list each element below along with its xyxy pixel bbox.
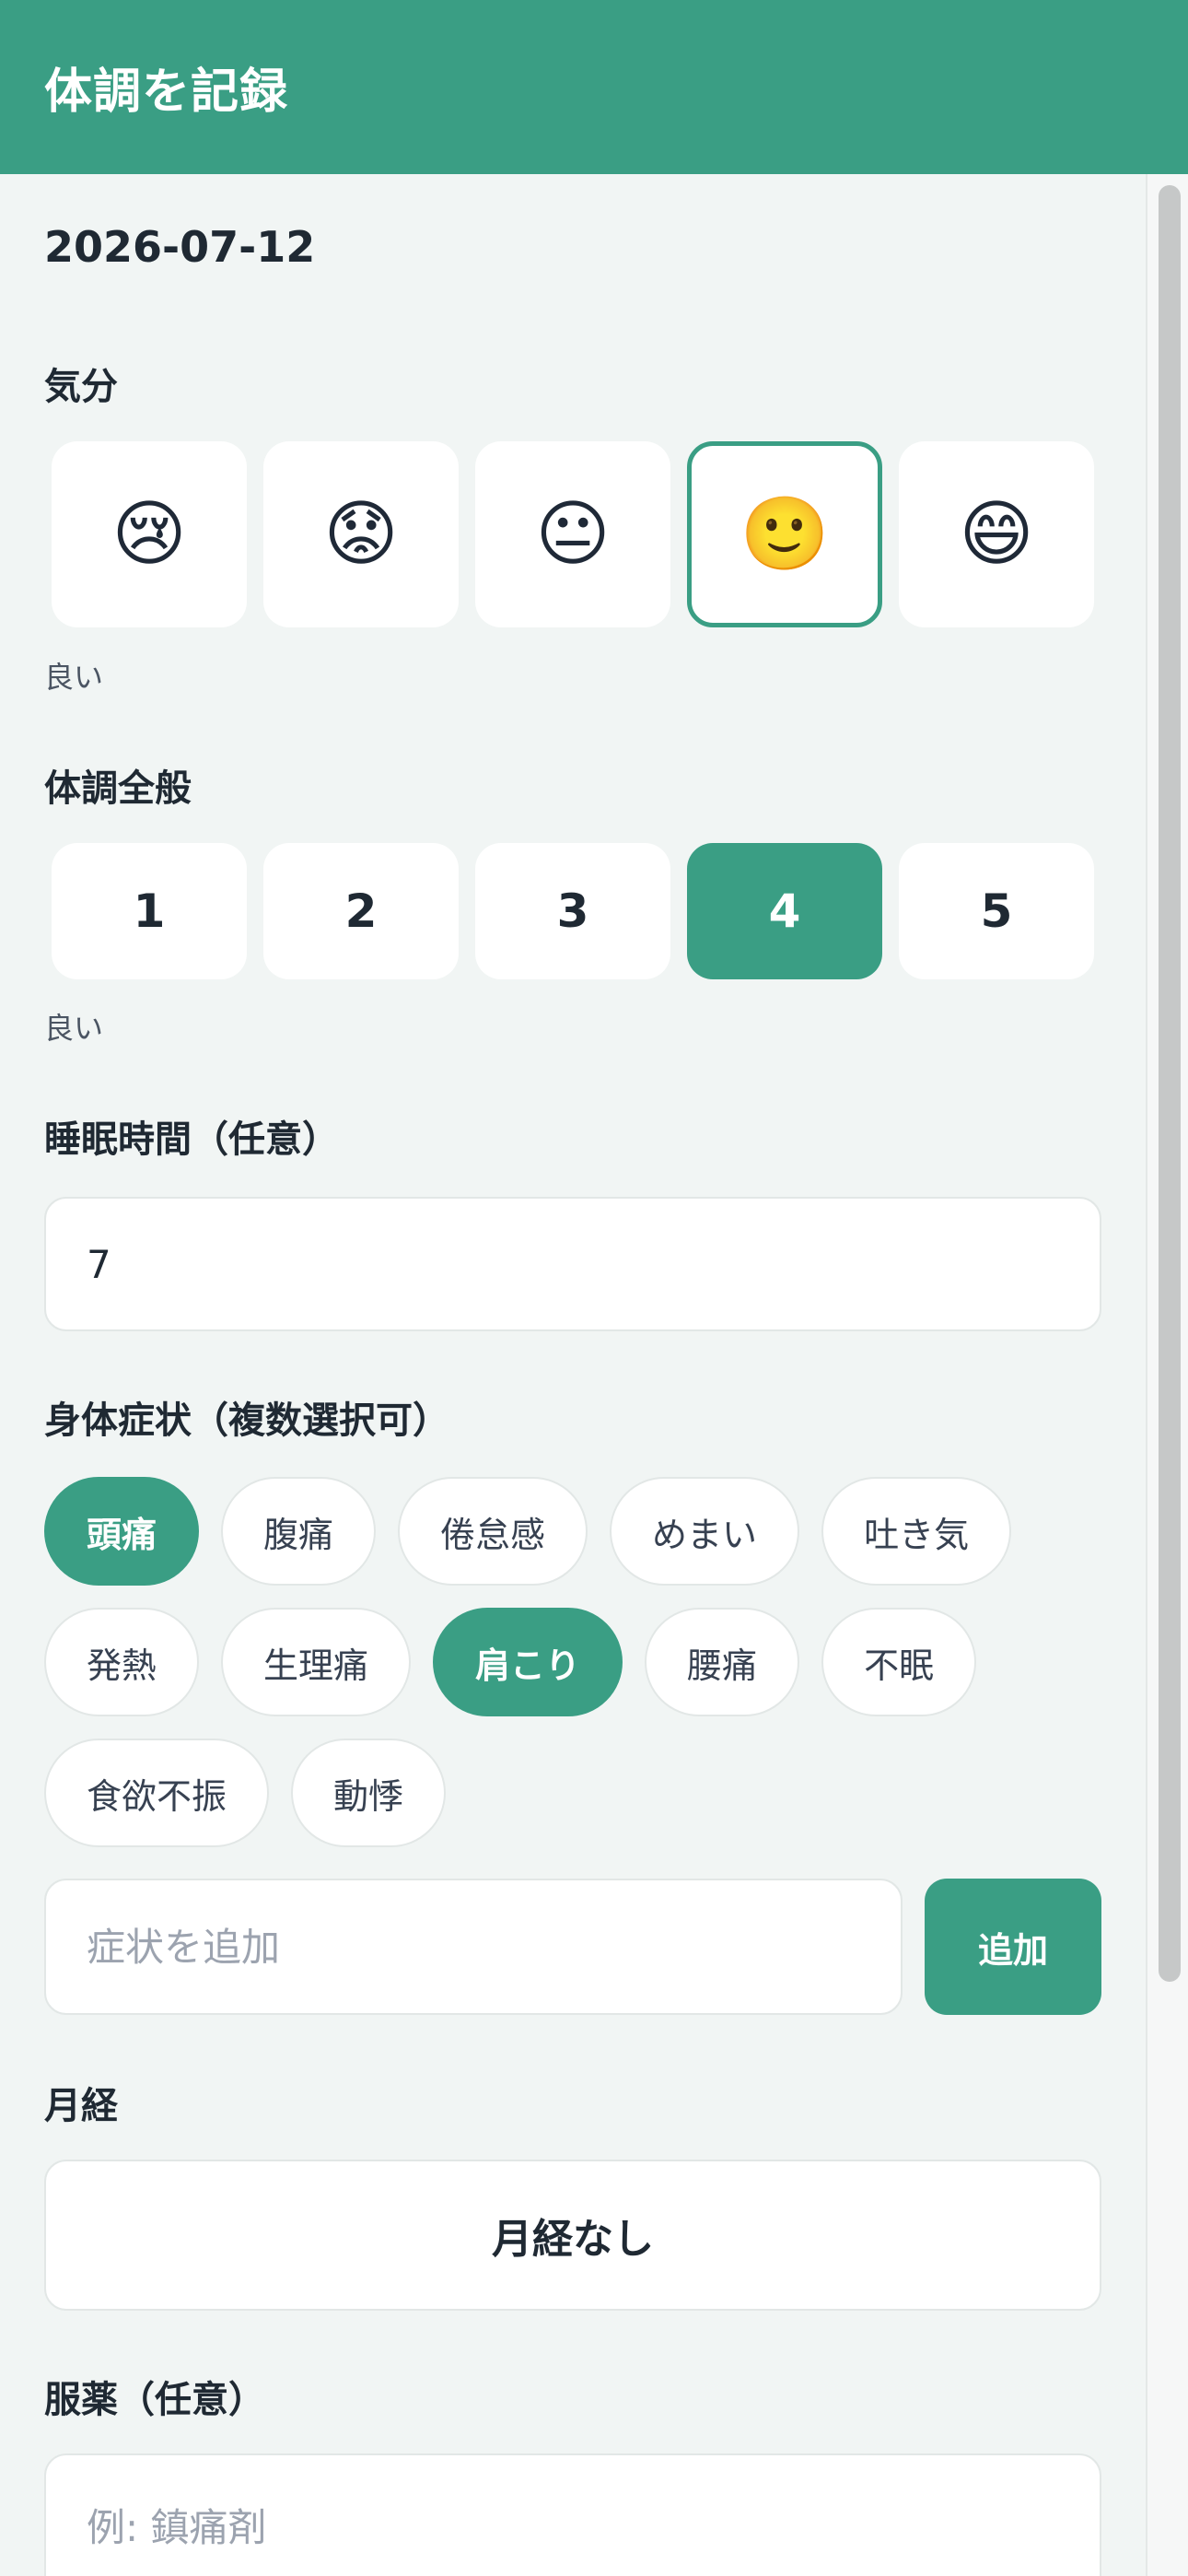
symptom-chip-palpitations[interactable]: 動悸 (291, 1739, 447, 1847)
grinning-face-icon: 😄 (959, 493, 1034, 576)
symptom-chip-row: 頭痛 腹痛 倦怠感 めまい 吐き気 (44, 1477, 1103, 1586)
symptom-chip-fatigue[interactable]: 倦怠感 (398, 1477, 588, 1586)
condition-selected-text: 良い (44, 1011, 104, 1046)
scrollbar-thumb[interactable] (1159, 185, 1181, 1982)
symptom-chip-row: 食欲不振 動悸 (44, 1739, 1103, 1847)
sleep-hours-value: 7 (87, 1241, 111, 1287)
add-symptom-button[interactable]: 追加 (925, 1879, 1101, 2015)
condition-option-4[interactable]: 4 (687, 843, 882, 979)
scrollbar[interactable] (1146, 174, 1188, 2576)
condition-option-3[interactable]: 3 (475, 843, 670, 979)
symptom-chip-loss-of-appetite[interactable]: 食欲不振 (44, 1739, 270, 1847)
mood-option-1[interactable]: 😢 (52, 441, 247, 627)
add-symptom-input[interactable] (44, 1879, 903, 2015)
symptom-chip-fever[interactable]: 発熱 (44, 1608, 200, 1716)
record-date: 2026-07-12 (44, 222, 316, 272)
condition-selector: 1 2 3 4 5 (52, 843, 1094, 979)
symptom-chip-dizziness[interactable]: めまい (610, 1477, 800, 1586)
neutral-face-icon: 😐 (535, 493, 611, 576)
symptom-chip-stiff-shoulders[interactable]: 肩こり (433, 1608, 623, 1716)
sleep-hours-input[interactable]: 7 (44, 1197, 1101, 1331)
sleep-label: 睡眠時間（任意） (44, 1118, 339, 1161)
mood-option-4[interactable]: 🙂 (687, 441, 882, 627)
menstruation-selector[interactable]: 月経なし (44, 2160, 1101, 2311)
symptom-chip-insomnia[interactable]: 不眠 (821, 1608, 977, 1716)
worried-face-icon: 😟 (323, 493, 399, 576)
medication-label: 服薬（任意） (44, 2379, 265, 2421)
condition-label: 体調全般 (44, 767, 192, 810)
mood-selector: 😢 😟 😐 🙂 😄 (52, 441, 1094, 627)
app-header: 体調を記録 (0, 0, 1188, 174)
mood-option-5[interactable]: 😄 (899, 441, 1094, 627)
crying-face-icon: 😢 (111, 493, 187, 576)
symptom-chip-stomachache[interactable]: 腹痛 (221, 1477, 377, 1586)
mood-label: 気分 (44, 366, 118, 408)
condition-option-5[interactable]: 5 (899, 843, 1094, 979)
symptom-chips: 頭痛 腹痛 倦怠感 めまい 吐き気 発熱 生理痛 肩こり 腰痛 不眠 食欲不振 … (44, 1477, 1103, 1869)
symptom-chip-nausea[interactable]: 吐き気 (821, 1477, 1012, 1586)
symptoms-label: 身体症状（複数選択可） (44, 1399, 449, 1442)
slightly-smiling-face-icon: 🙂 (740, 492, 830, 576)
condition-option-2[interactable]: 2 (263, 843, 459, 979)
medication-input[interactable] (44, 2453, 1101, 2576)
page-title: 体調を記録 (44, 64, 289, 120)
record-form[interactable]: 2026-07-12 気分 😢 😟 😐 🙂 😄 良い 体調全般 1 2 3 4 … (0, 174, 1146, 2576)
symptom-chip-row: 発熱 生理痛 肩こり 腰痛 不眠 (44, 1608, 1103, 1716)
mood-selected-text: 良い (44, 660, 104, 695)
menstruation-value: 月経なし (492, 2216, 654, 2263)
menstruation-label: 月経 (44, 2085, 118, 2127)
symptom-chip-menstrual-pain[interactable]: 生理痛 (221, 1608, 412, 1716)
symptom-chip-headache[interactable]: 頭痛 (44, 1477, 200, 1586)
symptom-chip-back-pain[interactable]: 腰痛 (645, 1608, 800, 1716)
condition-option-1[interactable]: 1 (52, 843, 247, 979)
mood-option-2[interactable]: 😟 (263, 441, 459, 627)
mood-option-3[interactable]: 😐 (475, 441, 670, 627)
